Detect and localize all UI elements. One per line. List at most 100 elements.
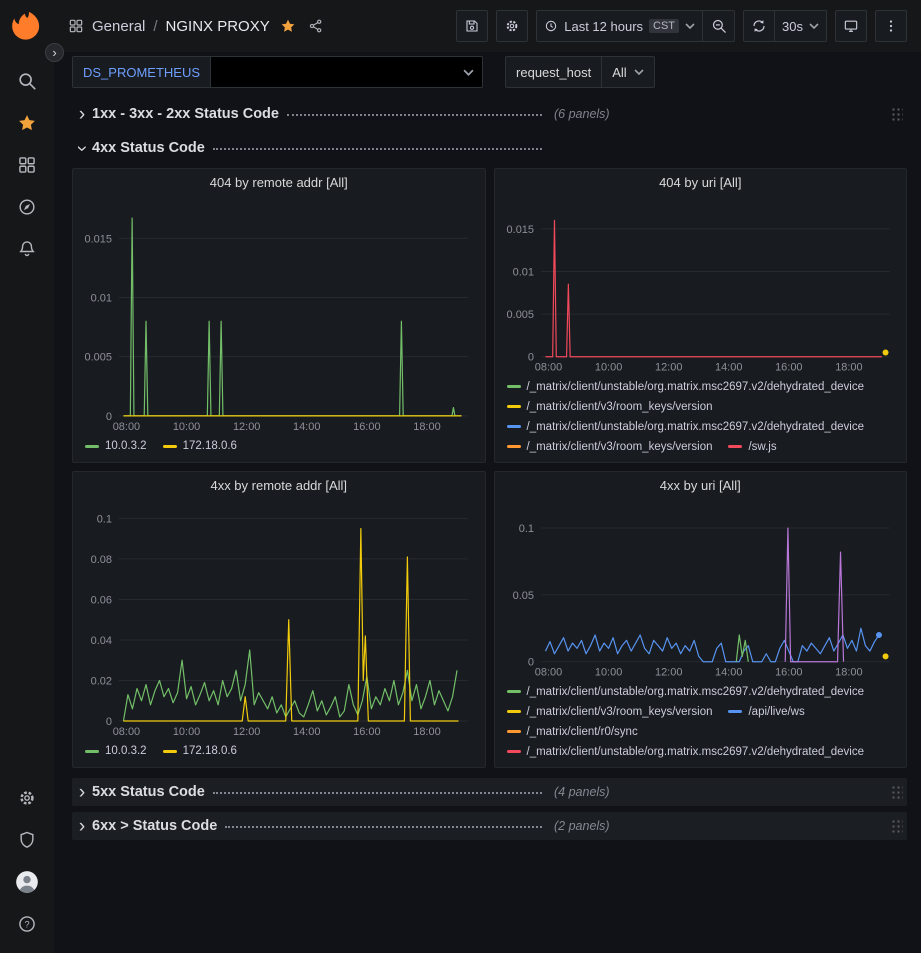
gear-icon (504, 18, 520, 34)
svg-text:10:00: 10:00 (594, 667, 621, 679)
grafana-logo-icon[interactable] (11, 10, 43, 42)
svg-text:12:00: 12:00 (654, 362, 681, 374)
legend-item[interactable]: /api/live/ws (728, 706, 804, 718)
bell-icon (17, 239, 37, 259)
legend-item[interactable]: /_matrix/client/v3/room_keys/version (507, 441, 713, 453)
time-controls: Last 12 hours CST (536, 10, 735, 42)
star-filled-icon (280, 18, 296, 34)
chevron-down-icon: › (73, 138, 92, 158)
legend-row: /_matrix/client/v3/room_keys/version/sw.… (507, 437, 895, 456)
svg-text:16:00: 16:00 (775, 362, 802, 374)
series-name: /_matrix/client/v3/room_keys/version (527, 441, 713, 453)
timeseries-chart[interactable]: 00.0050.010.01508:0010:0012:0014:0016:00… (503, 197, 899, 375)
series-name: /api/live/ws (748, 706, 804, 718)
chevron-down-icon (685, 23, 695, 29)
svg-text:14:00: 14:00 (714, 667, 741, 679)
chevron-down-icon (809, 23, 819, 29)
gear-icon (17, 788, 37, 808)
breadcrumb-dashboard-title[interactable]: NGINX PROXY (166, 18, 270, 35)
row-drag-handle[interactable] (891, 107, 903, 122)
legend-item[interactable]: /_matrix/client/unstable/org.matrix.msc2… (507, 686, 865, 698)
sidebar-item-alerting[interactable] (5, 228, 49, 270)
panel-title[interactable]: 404 by uri [All] (503, 175, 899, 197)
sidebar-item-dashboards[interactable] (5, 144, 49, 186)
legend-item[interactable]: 10.0.3.2 (85, 745, 147, 757)
row-drag-handle[interactable] (891, 819, 903, 834)
row-6xx[interactable]: › 6xx > Status Code (2 panels) (72, 812, 907, 840)
save-icon (464, 18, 480, 34)
panel-legend: /_matrix/client/unstable/org.matrix.msc2… (503, 375, 899, 456)
legend-item[interactable]: /_matrix/client/unstable/org.matrix.msc2… (507, 381, 865, 393)
grafana-app: ? › General / NGINX PROXY (0, 0, 921, 953)
svg-text:0: 0 (106, 411, 112, 423)
legend-item[interactable]: /_matrix/client/r0/sync (507, 726, 638, 738)
svg-text:08:00: 08:00 (534, 667, 561, 679)
svg-text:0.015: 0.015 (85, 233, 112, 245)
legend-item[interactable]: /sw.js (728, 441, 776, 453)
row-drag-handle[interactable] (891, 785, 903, 800)
series-color-swatch (163, 750, 177, 753)
panel-title[interactable]: 404 by remote addr [All] (81, 175, 477, 197)
time-range-label: Last 12 hours (564, 19, 643, 34)
timeseries-chart[interactable]: 00.0050.010.01508:0010:0012:0014:0016:00… (81, 197, 477, 434)
variable-request-host-value-dropdown[interactable]: All (602, 56, 654, 88)
row-5xx[interactable]: › 5xx Status Code (4 panels) (72, 778, 907, 806)
series-name: /_matrix/client/v3/room_keys/version (527, 706, 713, 718)
avatar (14, 869, 40, 895)
legend-item[interactable]: 172.18.0.6 (163, 745, 237, 757)
sidebar-item-search[interactable] (5, 60, 49, 102)
breadcrumb-separator: / (153, 18, 157, 35)
variables-bar: DS_PROMETHEUS request_host All (54, 52, 921, 92)
row-title: 6xx > Status Code (92, 818, 217, 834)
panel-legend: /_matrix/client/unstable/org.matrix.msc2… (503, 680, 899, 761)
save-dashboard-button[interactable] (456, 10, 488, 42)
panel-title[interactable]: 4xx by remote addr [All] (81, 478, 477, 500)
refresh-button[interactable] (743, 10, 775, 42)
sidebar-item-server-admin[interactable] (5, 819, 49, 861)
zoom-out-time-button[interactable] (703, 10, 735, 42)
svg-text:10:00: 10:00 (594, 362, 621, 374)
refresh-interval-picker[interactable]: 30s (775, 10, 827, 42)
sidebar-item-starred[interactable] (5, 102, 49, 144)
sidebar-item-profile[interactable] (5, 861, 49, 903)
legend-row: /_matrix/client/unstable/org.matrix.msc2… (507, 742, 895, 761)
legend-item[interactable]: /_matrix/client/v3/room_keys/version (507, 401, 713, 413)
panel-title[interactable]: 4xx by uri [All] (503, 478, 899, 500)
svg-text:0.015: 0.015 (506, 224, 533, 236)
time-range-picker[interactable]: Last 12 hours CST (536, 10, 703, 42)
variable-datasource-label[interactable]: DS_PROMETHEUS (72, 56, 211, 88)
sidebar-item-help[interactable]: ? (5, 903, 49, 945)
share-button[interactable] (306, 16, 326, 36)
legend-item[interactable]: /_matrix/client/v3/room_keys/version (507, 706, 713, 718)
sidebar-item-explore[interactable] (5, 186, 49, 228)
row-title: 1xx - 3xx - 2xx Status Code (92, 106, 279, 122)
dashboards-grid-icon (17, 155, 37, 175)
legend-item[interactable]: 172.18.0.6 (163, 440, 237, 452)
svg-text:16:00: 16:00 (775, 667, 802, 679)
legend-item[interactable]: /_matrix/client/unstable/org.matrix.msc2… (507, 746, 865, 758)
sidebar-expand-button[interactable]: › (45, 43, 64, 62)
svg-text:12:00: 12:00 (233, 421, 260, 433)
dashboard-settings-button[interactable] (496, 10, 528, 42)
breadcrumb-folder[interactable]: General (92, 18, 145, 35)
sidebar-item-configuration[interactable] (5, 777, 49, 819)
favorite-star-button[interactable] (278, 16, 298, 36)
row-4xx[interactable]: › 4xx Status Code (72, 134, 907, 162)
panel-legend: 10.0.3.2 172.18.0.6 (81, 739, 477, 761)
variable-datasource-value-dropdown[interactable] (211, 56, 483, 88)
variable-request-host-label[interactable]: request_host (505, 56, 602, 88)
legend-row: /_matrix/client/r0/sync (507, 722, 895, 742)
svg-text:18:00: 18:00 (413, 421, 440, 433)
kebab-menu-button[interactable] (875, 10, 907, 42)
series-color-swatch (85, 445, 99, 448)
timeseries-chart[interactable]: 00.050.108:0010:0012:0014:0016:0018:00 (503, 500, 899, 680)
row-1xx-3xx-2xx[interactable]: › 1xx - 3xx - 2xx Status Code (6 panels) (72, 100, 907, 128)
shield-icon (17, 830, 37, 850)
svg-text:0.1: 0.1 (97, 513, 112, 525)
timeseries-chart[interactable]: 00.020.040.060.080.108:0010:0012:0014:00… (81, 500, 477, 739)
legend-item[interactable]: /_matrix/client/unstable/org.matrix.msc2… (507, 421, 865, 433)
tv-mode-button[interactable] (835, 10, 867, 42)
legend-item[interactable]: 10.0.3.2 (85, 440, 147, 452)
row-panel-count: (4 panels) (554, 785, 610, 799)
sidebar: ? (0, 0, 54, 953)
